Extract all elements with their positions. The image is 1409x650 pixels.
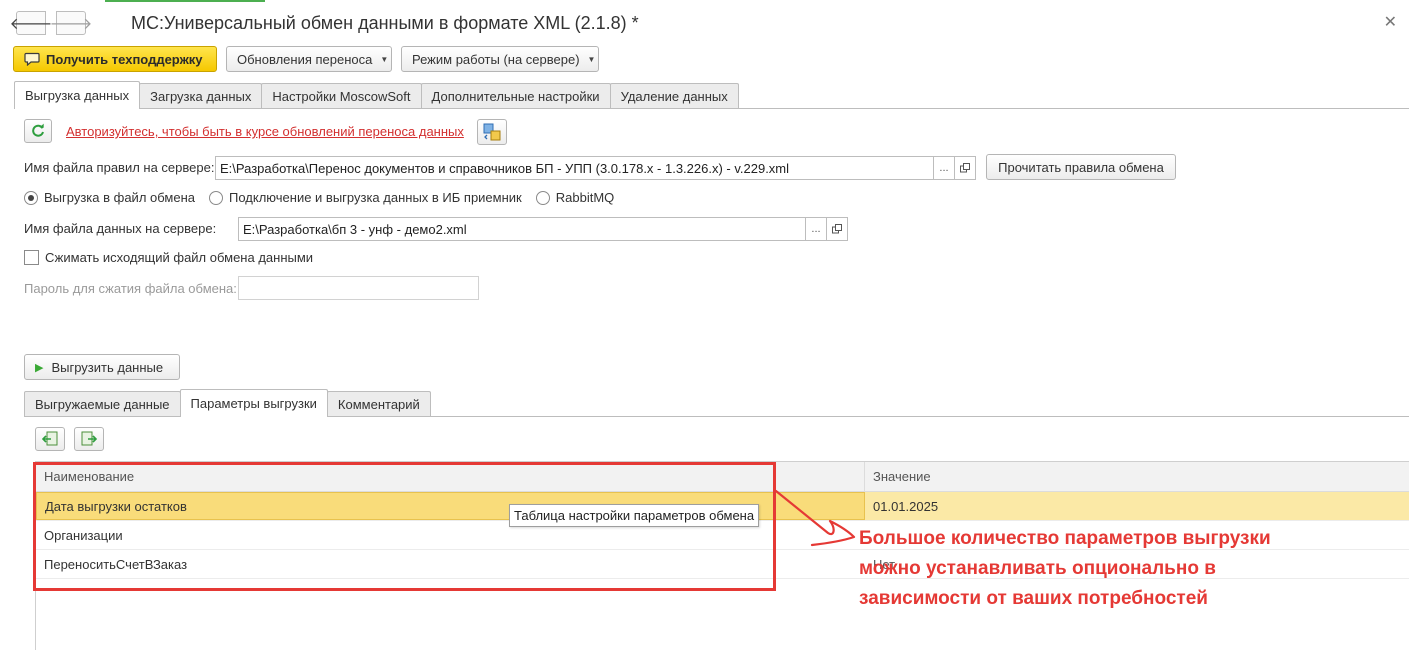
data-file-input[interactable]: E:\Разработка\бп 3 - унф - демо2.xml xyxy=(238,217,806,241)
close-icon[interactable]: ✕ xyxy=(1384,12,1397,32)
window-top-accent xyxy=(105,0,265,2)
get-support-label: Получить техподдержку xyxy=(46,51,203,67)
annotation-highlight-box xyxy=(33,462,776,591)
export-data-label: Выгрузить данные xyxy=(51,359,164,375)
radio-connect-and-export[interactable]: Подключение и выгрузка данных в ИБ прием… xyxy=(209,190,522,205)
forward-button[interactable]: 🡒 xyxy=(50,11,92,35)
refresh-button[interactable] xyxy=(24,119,52,143)
arrow-left-icon: 🡐 xyxy=(9,15,53,33)
radio-label: Подключение и выгрузка данных в ИБ прием… xyxy=(229,190,522,205)
read-rules-button[interactable]: Прочитать правила обмена xyxy=(986,154,1176,180)
sub-tabs: Выгружаемые данные Параметры выгрузки Ко… xyxy=(24,389,431,417)
tab-label: Выгрузка данных xyxy=(25,88,130,103)
param-value-cell[interactable]: 01.01.2025 xyxy=(865,499,938,514)
transfer-updates-dropdown[interactable]: Обновления переноса ▼ xyxy=(226,46,392,72)
tab-additional-settings[interactable]: Дополнительные настройки xyxy=(420,83,611,109)
refresh-icon xyxy=(32,123,44,137)
tab-label: Удаление данных xyxy=(620,89,728,104)
tab-comment[interactable]: Комментарий xyxy=(326,391,431,417)
exchange-settings-button[interactable] xyxy=(477,119,507,145)
rules-file-open-button[interactable] xyxy=(954,156,976,180)
tab-export-params[interactable]: Параметры выгрузки xyxy=(179,389,328,417)
annotation-line: Большое количество параметров выгрузки xyxy=(859,528,1271,549)
tab-label: Комментарий xyxy=(337,397,420,412)
export-mode-group: Выгрузка в файл обмена Подключение и выг… xyxy=(24,190,614,205)
chevron-down-icon: ▼ xyxy=(587,54,596,64)
data-file-open-button[interactable] xyxy=(826,217,848,241)
tab-label: Параметры выгрузки xyxy=(190,396,317,411)
radio-rabbitmq[interactable]: RabbitMQ xyxy=(535,190,615,205)
radio-label: Выгрузка в файл обмена xyxy=(44,190,195,205)
tab-label: Настройки MoscowSoft xyxy=(272,89,411,104)
save-params-icon xyxy=(81,431,97,446)
transfer-updates-label: Обновления переноса xyxy=(237,51,373,67)
tab-label: Загрузка данных xyxy=(150,89,252,104)
annotation-arrow xyxy=(774,489,856,547)
tab-export-data[interactable]: Выгрузка данных xyxy=(14,81,141,109)
tab-import-data[interactable]: Загрузка данных xyxy=(139,83,263,109)
annotation-line: можно устанавливать опционально в xyxy=(859,558,1216,579)
chevron-down-icon: ▼ xyxy=(380,54,389,64)
data-file-label: Имя файла данных на сервере: xyxy=(24,221,217,236)
annotation-line: зависимости от ваших потребностей xyxy=(859,588,1208,609)
password-input[interactable] xyxy=(238,276,479,300)
rules-file-input[interactable]: E:\Разработка\Перенос документов и справ… xyxy=(215,156,934,180)
compress-label: Сжимать исходящий файл обмена данными xyxy=(45,250,314,265)
password-label: Пароль для сжатия файла обмена: xyxy=(24,281,237,296)
tab-label: Дополнительные настройки xyxy=(431,89,600,104)
checkbox-icon xyxy=(24,250,39,265)
compress-checkbox[interactable]: Сжимать исходящий файл обмена данными xyxy=(24,250,313,265)
ellipsis-icon: ... xyxy=(811,223,821,235)
rules-file-browse-button[interactable]: ... xyxy=(933,156,955,180)
ellipsis-icon: ... xyxy=(939,162,949,174)
tab-moscowsoft-settings[interactable]: Настройки MoscowSoft xyxy=(261,83,422,109)
open-window-icon xyxy=(960,163,970,173)
data-file-browse-button[interactable]: ... xyxy=(805,217,827,241)
main-tabs: Выгрузка данных Загрузка данных Настройк… xyxy=(14,81,739,109)
exchange-icon xyxy=(483,123,501,141)
rules-file-label: Имя файла правил на сервере: xyxy=(24,160,215,175)
read-rules-label: Прочитать правила обмена xyxy=(998,159,1164,175)
main-tabs-divider xyxy=(14,108,1409,109)
radio-label: RabbitMQ xyxy=(555,190,615,205)
get-support-button[interactable]: Получить техподдержку xyxy=(13,46,217,72)
auth-link[interactable]: Авторизуйтесь, чтобы быть в курсе обновл… xyxy=(66,124,464,139)
export-data-button[interactable]: ▶ Выгрузить данные xyxy=(24,354,180,380)
arrow-right-icon: 🡒 xyxy=(49,15,93,33)
column-header-value[interactable]: Значение xyxy=(865,469,931,484)
load-params-icon xyxy=(42,431,58,446)
play-icon: ▶ xyxy=(35,361,44,374)
tab-delete-data[interactable]: Удаление данных xyxy=(609,83,739,109)
window-title: МС:Универсальный обмен данными в формате… xyxy=(131,13,639,33)
radio-icon xyxy=(535,190,550,205)
save-params-button[interactable] xyxy=(74,427,104,451)
open-window-icon xyxy=(832,224,842,234)
chat-bubble-icon xyxy=(24,52,40,66)
radio-icon xyxy=(209,190,223,205)
radio-export-to-file[interactable]: Выгрузка в файл обмена xyxy=(24,190,195,205)
radio-icon xyxy=(24,190,38,205)
work-mode-label: Режим работы (на сервере) xyxy=(412,51,580,67)
annotation-text: Большое количество параметров выгрузки м… xyxy=(859,524,1271,614)
tab-label: Выгружаемые данные xyxy=(35,397,170,412)
tab-exported-data[interactable]: Выгружаемые данные xyxy=(24,391,181,417)
load-params-button[interactable] xyxy=(35,427,65,451)
back-button[interactable]: 🡐 xyxy=(10,11,52,35)
work-mode-dropdown[interactable]: Режим работы (на сервере) ▼ xyxy=(401,46,599,72)
